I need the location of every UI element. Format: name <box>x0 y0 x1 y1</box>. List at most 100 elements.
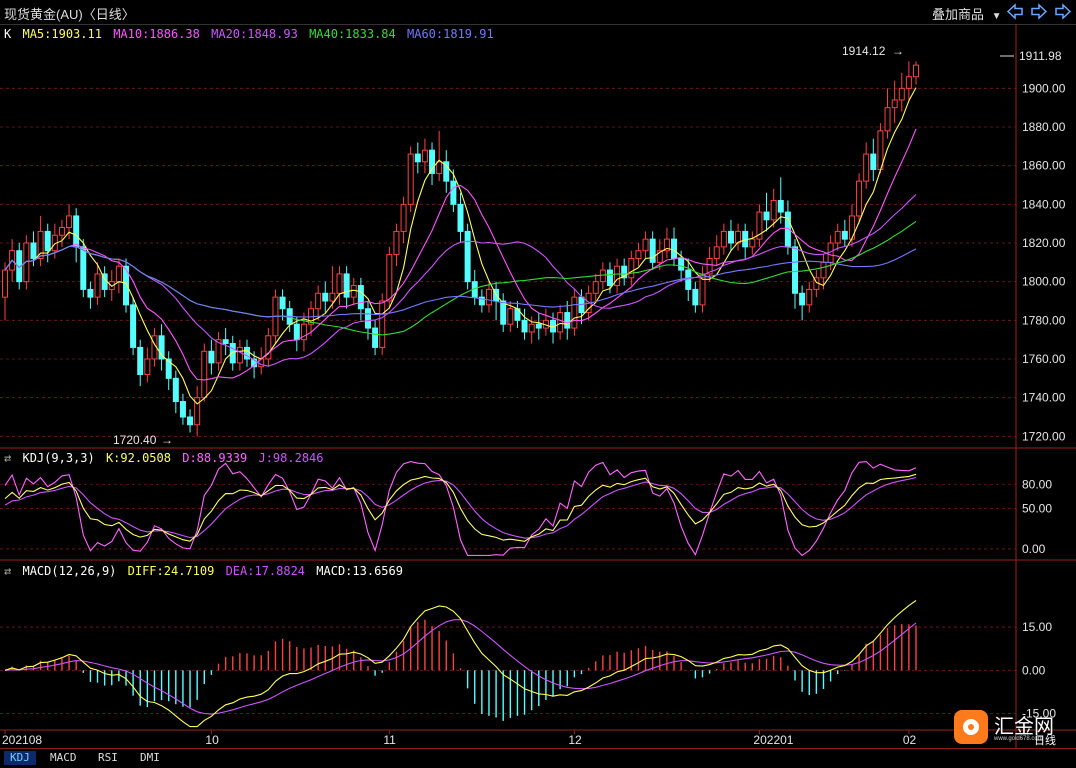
candle <box>201 350 208 399</box>
candle <box>863 153 870 182</box>
candle <box>73 215 80 248</box>
y-axis: 1720.00 1740.00 1760.00 1780.00 1800.00 1820.… <box>1022 81 1066 720</box>
candle <box>329 292 336 302</box>
candle <box>820 261 827 279</box>
candle <box>414 153 421 163</box>
candle <box>692 288 699 306</box>
candle <box>841 230 848 240</box>
price-panel <box>2 61 919 437</box>
x-axis: 202108 10 11 12 202201 02 <box>2 730 917 747</box>
candle <box>557 312 564 333</box>
period-label: 日线 <box>1034 734 1056 747</box>
candle <box>279 296 286 310</box>
price-y-tick-label: 1800.00 <box>1022 275 1066 289</box>
price-y-tick-label: 1780.00 <box>1022 313 1066 327</box>
high-arrow-icon: → <box>892 44 904 58</box>
price-y-tick-label: 1720.00 <box>1022 429 1066 443</box>
candle <box>898 87 905 101</box>
candle <box>336 273 343 294</box>
candle <box>94 273 101 298</box>
kdj-y-tick-label: 80.00 <box>1022 477 1052 491</box>
candle <box>749 238 756 248</box>
candle <box>130 304 137 348</box>
macd-y-tick-label: 15.00 <box>1022 620 1052 634</box>
candle <box>429 149 436 174</box>
tab-kdj[interactable]: KDJ <box>4 751 36 765</box>
candle <box>386 254 393 302</box>
candle <box>172 377 179 403</box>
candle <box>30 242 37 259</box>
ma10-line <box>4 128 917 381</box>
tab-macd[interactable]: MACD <box>44 751 83 765</box>
date-label: 202201 <box>753 733 793 747</box>
candle <box>521 319 528 333</box>
kdj-panel <box>4 461 917 557</box>
candle <box>236 346 243 364</box>
candle <box>727 230 734 244</box>
price-y-tick-label: 1880.00 <box>1022 120 1066 134</box>
price-y-tick-label: 1840.00 <box>1022 197 1066 211</box>
candle <box>913 64 919 78</box>
candle <box>44 230 51 252</box>
candle <box>649 238 656 263</box>
candle <box>315 292 322 310</box>
macd-y-tick-label: 0.00 <box>1022 663 1046 677</box>
candle <box>293 323 300 341</box>
candle <box>713 246 720 259</box>
candle <box>628 257 635 279</box>
date-label: 11 <box>383 733 396 747</box>
candle <box>87 288 94 298</box>
price-y-tick-label: 1860.00 <box>1022 159 1066 173</box>
candle <box>500 300 507 325</box>
candle <box>144 358 151 375</box>
candle <box>137 346 144 375</box>
macd-panel <box>4 600 917 728</box>
candle <box>614 265 621 287</box>
candle <box>222 339 229 345</box>
candle <box>770 199 777 221</box>
low-annotation: 1720.40 <box>113 433 157 447</box>
candle <box>357 285 364 310</box>
candle <box>208 350 215 364</box>
candle <box>678 257 685 271</box>
tab-dmi[interactable]: DMI <box>134 751 166 765</box>
candle <box>806 288 813 306</box>
candle <box>599 269 606 283</box>
candle <box>393 230 400 256</box>
candle <box>856 180 863 217</box>
candle <box>322 292 329 302</box>
logo: 汇金网 www.gold678.com 日线 <box>954 706 1064 747</box>
candle <box>464 230 471 283</box>
candle <box>884 107 891 132</box>
candle <box>115 265 122 283</box>
candle <box>343 273 350 298</box>
candle <box>400 203 407 232</box>
date-label: 12 <box>568 733 582 747</box>
indicator-tab-bar: KDJ MACD RSI DMI <box>0 748 1076 768</box>
candle <box>905 76 912 89</box>
candle <box>642 238 649 252</box>
candle <box>364 308 371 329</box>
chart-canvas[interactable]: 1720.00 1740.00 1760.00 1780.00 1800.00 1820.… <box>0 0 1076 767</box>
date-label: 10 <box>205 733 219 747</box>
candle <box>635 250 642 259</box>
diff-line <box>4 600 917 728</box>
candle <box>528 323 535 333</box>
candle <box>372 327 379 348</box>
kdj-y-tick-label: 50.00 <box>1022 502 1052 516</box>
candle <box>2 269 8 298</box>
candle <box>777 199 784 213</box>
candle <box>58 227 65 236</box>
candle <box>379 300 386 348</box>
tab-rsi[interactable]: RSI <box>92 751 124 765</box>
date-label: 202108 <box>2 733 42 747</box>
candle <box>571 296 578 329</box>
candle <box>457 203 464 232</box>
candle <box>507 308 514 325</box>
candle <box>606 269 613 287</box>
candle <box>592 281 599 294</box>
ma60-line <box>4 245 917 318</box>
candle <box>799 292 806 306</box>
candle <box>671 238 678 259</box>
price-y-tick-label: 1900.00 <box>1022 81 1066 95</box>
